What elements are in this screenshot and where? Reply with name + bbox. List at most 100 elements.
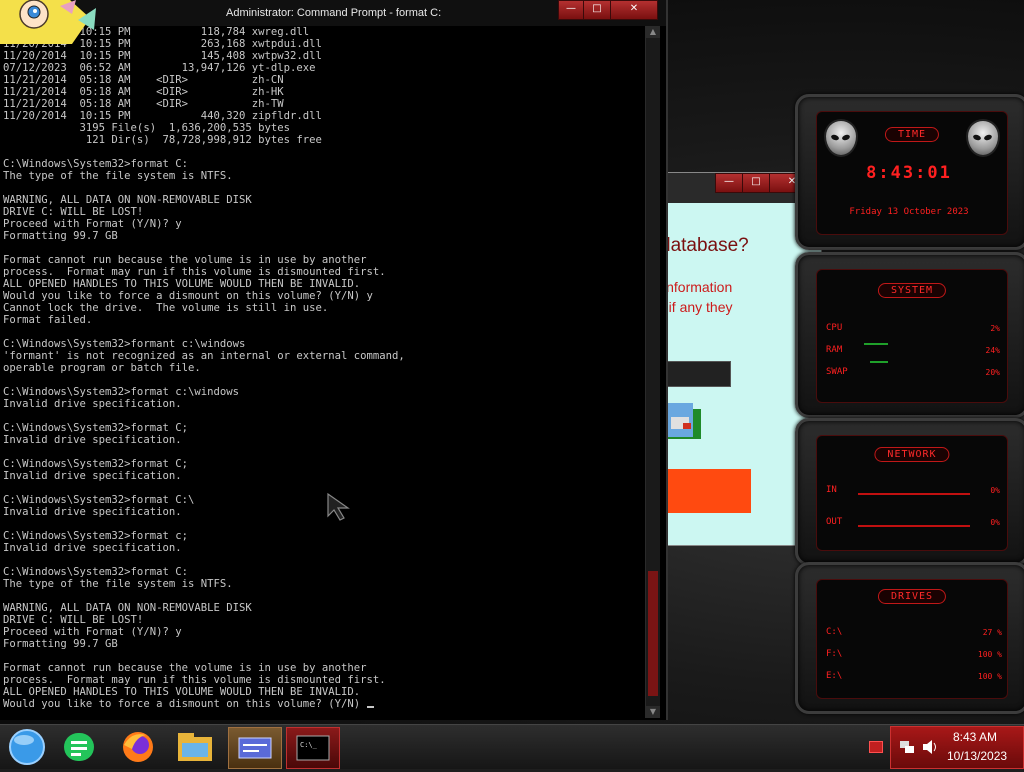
volume-icon[interactable] <box>921 739 939 755</box>
start-button[interactable] <box>2 727 54 767</box>
drives-gadget-title: DRIVES <box>877 589 947 604</box>
cmd-maximize-button[interactable]: □ <box>583 0 611 20</box>
media-app-icon[interactable] <box>228 727 282 769</box>
cmd-scrollbar[interactable]: ▲ ▼ <box>645 26 660 718</box>
console-line: Invalid drive specification. <box>3 398 182 410</box>
console-line: C:\Windows\System32>format c:\windows <box>3 386 239 398</box>
console-line: process. Format may run if this volume i… <box>3 266 386 278</box>
system-gadget-title: SYSTEM <box>877 283 947 298</box>
firefox-icon[interactable] <box>112 727 164 767</box>
console-line: 3195 File(s) 1,636,200,535 bytes <box>3 122 291 134</box>
scroll-down-arrow-icon[interactable]: ▼ <box>646 706 660 718</box>
console-line: WARNING, ALL DATA ON NON-REMOVABLE DISK <box>3 602 252 614</box>
ram-value: 24% <box>985 346 1000 355</box>
dialog-minimize-button[interactable]: — <box>715 173 743 193</box>
console-line: Proceed with Format (Y/N)? y <box>3 218 182 230</box>
console-line: 11/21/2014 05:18 AM <DIR> zh-TW <box>3 98 284 110</box>
console-line: ALL OPENED HANDLES TO THIS VOLUME WOULD … <box>3 686 361 698</box>
console-line: Format cannot run because the volume is … <box>3 254 367 266</box>
cmd-scrollbar-thumb[interactable] <box>648 571 658 696</box>
console-line: Invalid drive specification. <box>3 470 182 482</box>
console-line: 11/20/2014 10:15 PM 145,408 xwtpw32.dll <box>3 50 322 62</box>
console-line: C:\Windows\System32>format C:\ <box>3 494 195 506</box>
console-line: The type of the file system is NTFS. <box>3 170 233 182</box>
user-avatar <box>0 0 100 44</box>
console-line: The type of the file system is NTFS. <box>3 578 233 590</box>
console-line: WARNING, ALL DATA ON NON-REMOVABLE DISK <box>3 194 252 206</box>
time-gadget: TIME 8:43:01 Friday 13 October 2023 <box>795 94 1024 250</box>
console-line: Would you like to force a dismount on th… <box>3 698 367 710</box>
taskbar-clock-date[interactable]: 10/13/2023 <box>947 749 1007 763</box>
drive-f-label: F:\ <box>826 649 843 659</box>
time-gadget-title: TIME <box>884 127 940 142</box>
network-gadget: NETWORK IN 0% OUT 0% <box>795 418 1024 566</box>
time-gadget-clock: 8:43:01 <box>866 163 952 183</box>
console-line: 07/12/2023 06:52 AM 13,947,126 yt-dlp.ex… <box>3 62 316 74</box>
console-line: C:\Windows\System32>format C; <box>3 458 188 470</box>
cmd-minimize-button[interactable]: — <box>558 0 584 20</box>
swap-value: 20% <box>985 368 1000 377</box>
console-cursor <box>366 706 374 708</box>
console-line: Invalid drive specification. <box>3 434 182 446</box>
network-in-value: 0% <box>990 486 1000 495</box>
dialog-maximize-button[interactable]: □ <box>742 173 770 193</box>
cmd-window-title: Administrator: Command Prompt - format C… <box>226 7 442 19</box>
cmd-console-output[interactable]: 11/20/2014 10:15 PM 118,784 xwreg.dll 11… <box>3 26 643 716</box>
mouse-pointer-icon <box>326 492 352 526</box>
console-line: 11/21/2014 05:18 AM <DIR> zh-HK <box>3 86 284 98</box>
taskbar-clock-time[interactable]: 8:43 AM <box>953 730 997 744</box>
console-line: C:\Windows\System32>format C: <box>3 566 188 578</box>
drive-e-value: 100 % <box>977 672 1002 681</box>
drive-c-label: C:\ <box>826 627 843 637</box>
dialog-heading: database? <box>660 235 749 256</box>
network-icon[interactable] <box>899 739 915 755</box>
drive-e-usage-bar <box>852 673 958 679</box>
console-line: Format cannot run because the volume is … <box>3 662 367 674</box>
console-line: C:\Windows\System32>formant c:\windows <box>3 338 246 350</box>
drive-f-value: 100 % <box>977 650 1002 659</box>
notes-app-icon[interactable] <box>56 727 108 767</box>
drive-c-value: 27 % <box>982 628 1002 637</box>
console-line: C:\Windows\System32>format C; <box>3 422 188 434</box>
file-explorer-icon[interactable] <box>170 727 222 767</box>
console-line: 11/21/2014 05:18 AM <DIR> zh-CN <box>3 74 284 86</box>
network-gadget-title: NETWORK <box>874 447 950 462</box>
svg-text:C:\_: C:\_ <box>300 741 318 749</box>
drive-e-label: E:\ <box>826 671 843 681</box>
drive-f-usage-bar <box>852 651 958 657</box>
cmd-console-text: 11/20/2014 10:15 PM 118,784 xwreg.dll 11… <box>3 26 643 710</box>
console-line: 121 Dir(s) 78,728,998,912 bytes free <box>3 134 322 146</box>
scroll-up-arrow-icon[interactable]: ▲ <box>646 26 660 38</box>
desktop: — □ ✕ database? information e if any the… <box>0 0 1024 724</box>
network-out-label: OUT <box>826 517 843 527</box>
console-line: Proceed with Format (Y/N)? y <box>3 626 182 638</box>
time-gadget-date: Friday 13 October 2023 <box>849 207 969 217</box>
system-gadget: SYSTEM CPU 2% RAM 24% SWAP 20% <box>795 252 1024 418</box>
console-line: Invalid drive specification. <box>3 542 182 554</box>
console-line: 11/20/2014 10:15 PM 440,320 zipfldr.dll <box>3 110 322 122</box>
console-line: Invalid drive specification. <box>3 506 182 518</box>
network-in-graph <box>858 493 970 495</box>
dialog-action-button[interactable] <box>657 469 751 513</box>
system-tray[interactable]: 8:43 AM 10/13/2023 <box>890 726 1024 769</box>
dialog-input-field[interactable] <box>657 361 731 387</box>
console-line: DRIVE C: WILL BE LOST! <box>3 206 144 218</box>
swap-label: SWAP <box>826 367 848 377</box>
cpu-label: CPU <box>826 323 843 333</box>
console-line: C:\Windows\System32>format c; <box>3 530 188 542</box>
ram-graph-mark <box>864 343 888 345</box>
command-prompt-taskbar-icon[interactable]: C:\_ <box>286 727 340 769</box>
cpu-value: 2% <box>990 324 1000 333</box>
command-prompt-window[interactable]: Administrator: Command Prompt - format C… <box>0 0 668 720</box>
console-line: DRIVE C: WILL BE LOST! <box>3 614 144 626</box>
network-out-value: 0% <box>990 518 1000 527</box>
console-line: Cannot lock the drive. The volume is sti… <box>3 302 329 314</box>
console-line: C:\Windows\System32>format C: <box>3 158 188 170</box>
show-hidden-icons-icon[interactable] <box>869 741 883 753</box>
console-line: ALL OPENED HANDLES TO THIS VOLUME WOULD … <box>3 278 361 290</box>
drive-c-usage-bar <box>852 629 958 635</box>
taskbar: C:\_ 8:43 AM 10/13/2023 <box>0 724 1024 769</box>
console-line: Format failed. <box>3 314 93 326</box>
cmd-close-button[interactable]: ✕ <box>610 0 658 20</box>
ram-label: RAM <box>826 345 843 355</box>
